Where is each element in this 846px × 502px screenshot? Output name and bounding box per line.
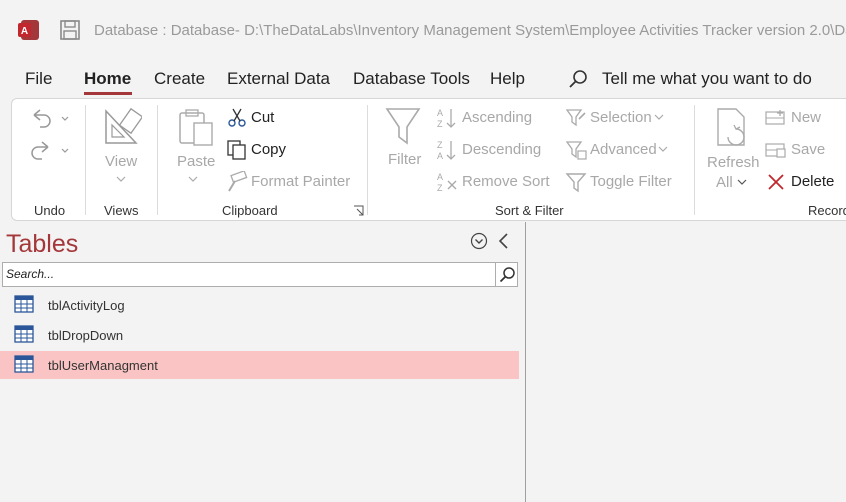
views-group-label: Views [104,203,139,218]
paste-button[interactable]: Paste [177,153,215,170]
format-painter-icon[interactable] [226,171,248,193]
paste-icon[interactable] [176,107,216,147]
collapse-pane-icon[interactable] [497,232,511,250]
tab-help[interactable]: Help [490,69,525,89]
ascending-button[interactable]: Ascending [462,109,532,126]
table-item-tbldropdown[interactable]: tblDropDown [0,321,519,349]
chevron-down-icon [116,176,126,182]
window-title: Database : Database- D:\TheDataLabs\Inve… [94,22,846,39]
records-group-label: Record [808,203,846,218]
toggle-filter-icon[interactable] [565,171,587,193]
cut-icon[interactable] [228,108,246,128]
sort-descending-icon[interactable]: Z A [436,139,458,161]
sort-filter-group-label: Sort & Filter [495,203,564,218]
chevron-down-icon [188,176,198,182]
save-button[interactable]: Save [791,141,825,158]
advanced-filter-icon[interactable] [565,139,587,161]
refresh-all-button[interactable]: Refresh [707,154,760,171]
access-app-icon: A [18,20,39,40]
search-input[interactable]: Search... [2,262,496,287]
search-icon [499,267,515,283]
tab-home[interactable]: Home [84,69,131,89]
table-icon [14,325,34,343]
table-item-label: tblUserManagment [48,358,158,373]
svg-text:Z: Z [437,119,443,129]
descending-button[interactable]: Descending [462,141,541,158]
table-item-tblusermanagment[interactable]: tblUserManagment [0,351,519,379]
table-item-label: tblActivityLog [48,298,125,313]
svg-text:Z: Z [437,140,443,150]
remove-sort-button[interactable]: Remove Sort [462,173,550,190]
search-icon [569,70,587,88]
save-icon[interactable] [59,19,81,41]
svg-text:Z: Z [437,183,443,193]
tab-create[interactable]: Create [154,69,205,89]
table-icon [14,295,34,313]
selection-button[interactable]: Selection [590,109,652,126]
table-item-tblactivitylog[interactable]: tblActivityLog [0,291,519,319]
chevron-down-icon [737,179,747,185]
tab-database-tools[interactable]: Database Tools [353,69,470,89]
title-bar: A Database : Database- D:\TheDataLabs\In… [0,0,846,62]
sort-ascending-icon[interactable]: A Z [436,107,458,129]
new-record-icon[interactable] [765,109,787,127]
refresh-all-icon[interactable] [714,107,752,147]
copy-button[interactable]: Copy [251,141,286,158]
advanced-button[interactable]: Advanced [590,141,657,158]
redo-icon[interactable] [30,139,70,161]
nav-menu-dropdown-icon[interactable] [470,232,488,250]
search-button[interactable] [496,262,518,287]
clipboard-group-label: Clipboard [222,203,278,218]
navigation-pane: Tables Search... tblActivityLog tblDropD… [0,222,525,502]
nav-pane-title: Tables [6,230,79,258]
chevron-down-icon [658,146,668,152]
svg-text:A: A [437,172,443,182]
group-separator [85,105,86,215]
format-painter-button[interactable]: Format Painter [251,173,350,190]
filter-button[interactable]: Filter [388,151,421,168]
svg-text:A: A [21,26,28,37]
delete-icon[interactable] [767,173,785,191]
undo-icon[interactable] [30,107,70,129]
cut-button[interactable]: Cut [251,109,274,126]
tab-external-data[interactable]: External Data [227,69,330,89]
svg-text:A: A [437,108,443,118]
copy-icon[interactable] [226,139,248,161]
delete-button[interactable]: Delete [791,173,834,190]
tell-me-box[interactable]: Tell me what you want to do [602,69,812,89]
selection-filter-icon[interactable] [565,107,587,129]
view-icon[interactable] [102,107,142,145]
remove-sort-icon[interactable]: A Z [436,171,458,193]
dialog-launcher-icon[interactable] [353,205,364,216]
tab-file[interactable]: File [25,69,52,89]
filter-icon[interactable] [385,107,421,147]
ribbon: Undo View Views Paste Cut Copy Format Pa… [11,98,846,221]
document-area [526,222,846,502]
table-item-label: tblDropDown [48,328,124,343]
save-record-icon[interactable] [765,141,787,159]
svg-text:A: A [437,151,443,161]
group-separator [694,105,695,215]
table-icon [14,355,34,373]
new-button[interactable]: New [791,109,821,126]
group-separator [367,105,368,215]
toggle-filter-button[interactable]: Toggle Filter [590,173,672,190]
chevron-down-icon [654,114,664,120]
undo-group-label: Undo [34,203,66,218]
view-button[interactable]: View [105,153,137,170]
refresh-all-label-line2: All [716,174,733,191]
active-tab-underline [84,92,132,95]
group-separator [157,105,158,215]
